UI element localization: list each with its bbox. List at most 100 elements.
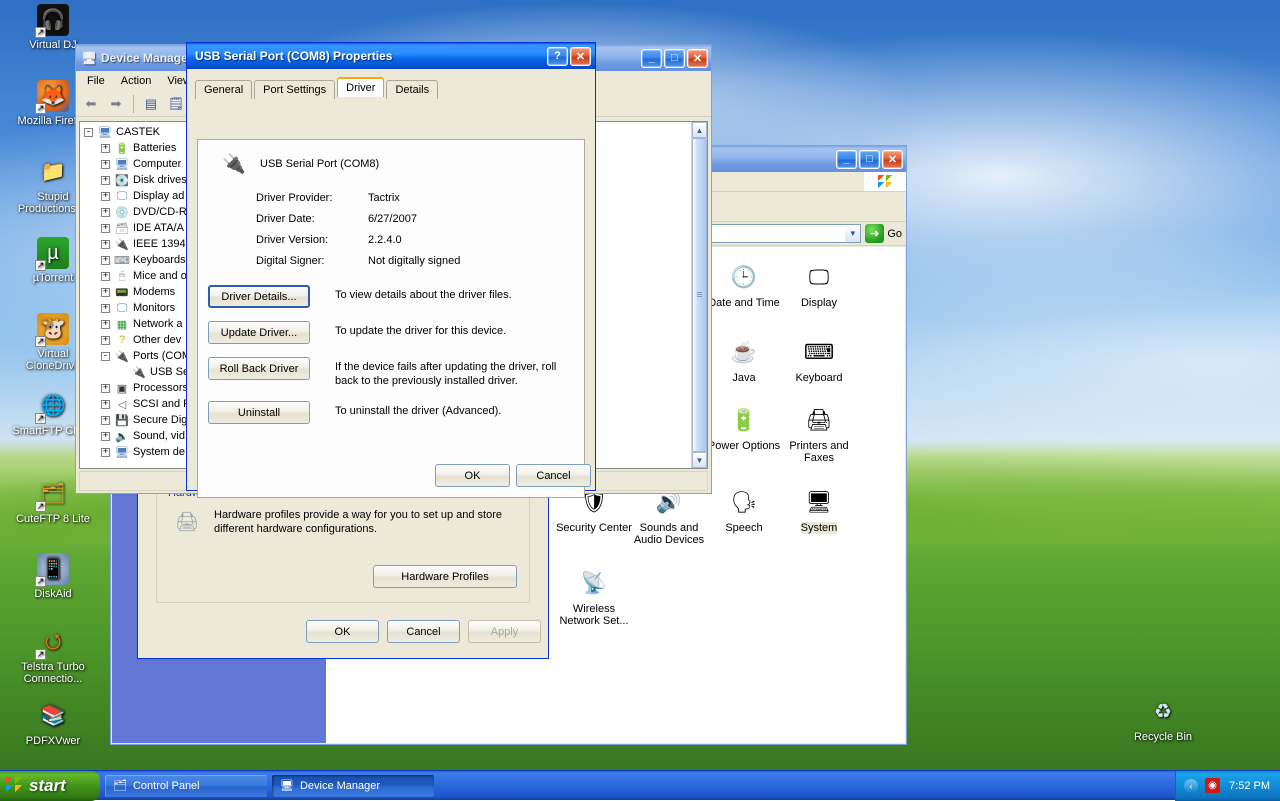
tree-expander[interactable]: +	[101, 448, 110, 457]
minimize-button[interactable]: _	[836, 150, 857, 169]
device-manager-window-buttons[interactable]: _ □ ✕	[641, 49, 708, 68]
tree-item-label: Mice and o	[133, 270, 187, 282]
menu-file[interactable]: File	[80, 73, 112, 89]
control-panel-item-power-options[interactable]: 🔋Power Options	[702, 405, 786, 452]
control-panel-item-label: Speech	[725, 522, 762, 534]
tree-expander[interactable]: -	[101, 352, 110, 361]
mouse-icon: 🖱	[114, 269, 130, 283]
serial-port-icon: 🔌	[220, 150, 248, 178]
desktop-icon-recycle-bin[interactable]: ♻Recycle Bin	[1118, 696, 1208, 743]
tree-expander[interactable]: +	[101, 192, 110, 201]
tree-expander[interactable]: +	[101, 432, 110, 441]
taskbar-button-control-panel[interactable]: 🗂Control Panel	[105, 775, 267, 797]
properties-icon[interactable]: 🗒	[165, 93, 187, 115]
scroll-thumb[interactable]	[692, 138, 707, 452]
taskbar-button-device-manager[interactable]: 🖥Device Manager	[272, 775, 434, 797]
driver-details-button[interactable]: Driver Details...	[208, 285, 310, 308]
roll-back-driver-button[interactable]: Roll Back Driver	[208, 357, 310, 380]
tree-expander[interactable]: +	[101, 176, 110, 185]
tab-driver[interactable]: Driver	[337, 77, 384, 97]
wireless-network-icon: 📡	[578, 568, 610, 600]
modem-icon: 📟	[114, 285, 130, 299]
properties-titlebar[interactable]: USB Serial Port (COM8) Properties ? ✕	[187, 43, 595, 69]
scroll-up-button[interactable]: ▲	[692, 122, 707, 138]
minimize-button[interactable]: _	[641, 49, 662, 68]
field-label: Digital Signer:	[256, 255, 368, 267]
control-panel-item-printers-faxes[interactable]: 🖨Printers and Faxes	[777, 405, 861, 464]
control-panel-item-system[interactable]: 🖥System	[777, 487, 861, 534]
tab-general[interactable]: General	[195, 80, 252, 99]
tab-details[interactable]: Details	[386, 80, 438, 99]
tab-port-settings[interactable]: Port Settings	[254, 80, 335, 99]
desktop-icon-telstra-turbo[interactable]: ⭯↗Telstra Turbo Connectio...	[8, 626, 98, 685]
tree-expander[interactable]: +	[101, 400, 110, 409]
driver-tab-panel: 🔌 USB Serial Port (COM8) Driver Provider…	[197, 139, 585, 498]
tree-expander[interactable]: +	[101, 240, 110, 249]
chevron-down-icon[interactable]: ▼	[845, 225, 860, 242]
clock[interactable]: 7:52 PM	[1229, 780, 1270, 792]
tree-item-label: Keyboards	[133, 254, 186, 266]
control-panel-window-buttons[interactable]: _ □ ✕	[836, 150, 903, 169]
diskaid-icon: 📱↗	[37, 553, 69, 585]
control-panel-item-sounds-audio[interactable]: 🔊Sounds and Audio Devices	[627, 487, 711, 546]
tree-expander[interactable]: +	[101, 416, 110, 425]
forward-arrow-icon[interactable]: ➡	[105, 93, 127, 115]
tree-expander[interactable]: +	[101, 304, 110, 313]
scroll-down-button[interactable]: ▼	[692, 452, 707, 468]
tree-expander[interactable]: +	[101, 384, 110, 393]
system-ok-button[interactable]: OK	[306, 620, 379, 643]
tree-expander[interactable]: +	[101, 288, 110, 297]
system-tray[interactable]: ‹ ◉ 7:52 PM	[1175, 771, 1280, 801]
properties-cancel-button[interactable]: Cancel	[516, 464, 591, 487]
control-panel-item-display[interactable]: 🖵Display	[777, 262, 861, 309]
maximize-button[interactable]: □	[664, 49, 685, 68]
start-button[interactable]: start	[0, 771, 100, 801]
update-driver-button[interactable]: Update Driver...	[208, 321, 310, 344]
tree-expander[interactable]: +	[101, 320, 110, 329]
antivirus-tray-icon[interactable]: ◉	[1205, 778, 1220, 793]
taskbar-buttons[interactable]: 🗂Control Panel🖥Device Manager	[100, 775, 434, 797]
tree-item-label: Batteries	[133, 142, 176, 154]
menu-action[interactable]: Action	[114, 73, 159, 89]
desktop-icon-pdfxviewer[interactable]: 📚PDFXVwer	[8, 700, 98, 747]
date-time-icon: 🕒	[728, 262, 760, 294]
tree-item-label: CASTEK	[116, 126, 160, 138]
control-panel-item-speech[interactable]: 🗣Speech	[702, 487, 786, 534]
help-button[interactable]: ?	[547, 47, 568, 66]
tree-expander[interactable]: +	[101, 336, 110, 345]
tree-expander[interactable]: +	[101, 224, 110, 233]
tree-expander[interactable]: -	[84, 128, 93, 137]
tree-expander[interactable]: +	[101, 256, 110, 265]
close-button[interactable]: ✕	[570, 47, 591, 66]
taskbar[interactable]: start 🗂Control Panel🖥Device Manager ‹ ◉ …	[0, 770, 1280, 800]
secure-digital-icon: 💾	[114, 413, 130, 427]
device-manager-icon: 🖥	[280, 779, 294, 792]
properties-tabstrip[interactable]: GeneralPort SettingsDriverDetails	[187, 76, 595, 97]
go-button[interactable]: ➜ Go	[865, 224, 902, 243]
maximize-button[interactable]: □	[859, 150, 880, 169]
desktop-icon-diskaid[interactable]: 📱↗DiskAid	[8, 553, 98, 600]
control-panel-item-wireless-network[interactable]: 📡 Wireless Network Set...	[552, 568, 636, 627]
system-cancel-button[interactable]: Cancel	[387, 620, 460, 643]
show-hidden-icons-button[interactable]: ‹	[1184, 779, 1198, 793]
control-panel-item-keyboard[interactable]: ⌨Keyboard	[777, 337, 861, 384]
tree-expander[interactable]: +	[101, 208, 110, 217]
device-tree-scrollbar[interactable]: ▲ ▼	[691, 122, 707, 468]
close-button[interactable]: ✕	[882, 150, 903, 169]
back-arrow-icon[interactable]: ⬅	[80, 93, 102, 115]
show-hide-tree-icon[interactable]: ▤	[140, 93, 162, 115]
tree-expander[interactable]: +	[101, 144, 110, 153]
tree-expander[interactable]: +	[101, 160, 110, 169]
properties-ok-button[interactable]: OK	[435, 464, 510, 487]
control-panel-item-java[interactable]: ☕Java	[702, 337, 786, 384]
usb-serial-port-properties-dialog[interactable]: USB Serial Port (COM8) Properties ? ✕ Ge…	[186, 42, 596, 491]
system-properties-dialog[interactable]: Hardware Profiles 🖨 Hardware profiles pr…	[137, 470, 549, 659]
hardware-profiles-button[interactable]: Hardware Profiles	[373, 565, 517, 588]
uninstall-button[interactable]: Uninstall	[208, 401, 310, 424]
address-input[interactable]	[697, 228, 845, 240]
tree-expander[interactable]: +	[101, 272, 110, 281]
close-button[interactable]: ✕	[687, 49, 708, 68]
control-panel-item-label: Wireless Network Set...	[559, 603, 628, 627]
properties-window-buttons[interactable]: ? ✕	[547, 47, 591, 66]
control-panel-item-date-time[interactable]: 🕒Date and Time	[702, 262, 786, 309]
